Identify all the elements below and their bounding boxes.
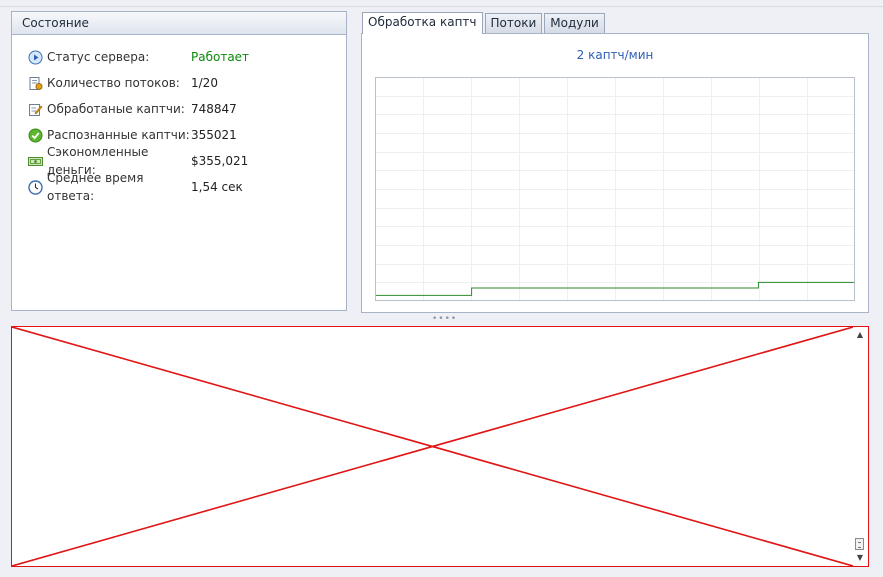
status-value: $355,021 [191,154,249,168]
status-row-threads: Количество потоков: 1/20 [28,74,218,92]
status-value: 1,54 сек [191,180,243,194]
chart-title: 2 каптч/мин [576,48,654,62]
money-icon [28,156,43,166]
status-label: Среднее время ответа: [47,171,144,203]
status-row-money: Сэкономленные деньги: $355,021 [28,145,249,177]
status-row-processed: Обработаные каптчи: 748847 [28,100,237,118]
captcha-rate-chart [375,77,855,301]
status-value: Работает [191,50,250,64]
status-value: 355021 [191,128,237,142]
status-label: Распознанные каптчи: [47,128,190,142]
scroll-up-arrow-icon[interactable]: ▲ [855,330,865,340]
edit-icon [29,103,43,116]
splitter-grip[interactable]: •••• [432,315,456,324]
threads-icon [29,76,43,90]
broken-image-cross [12,327,853,566]
scroll-thumb[interactable] [855,538,864,550]
chart-panel: 2 каптч/мин [361,33,869,313]
tab-strip: Обработка каптч Потоки Модули [362,12,607,34]
tab-threads[interactable]: Потоки [484,13,543,33]
status-value: 1/20 [191,76,218,90]
window-top-strip [0,0,883,7]
clock-icon [28,179,43,195]
broken-content-placeholder: ▲ ▼ [11,326,869,567]
status-row-server: Статус сервера: Работает [28,48,249,66]
status-value: 748847 [191,102,237,116]
status-panel: Состояние Статус сервера: Работает Колич… [11,11,347,311]
check-icon [28,128,43,142]
status-label: Статус сервера: [47,50,150,64]
play-icon [28,50,43,64]
scroll-down-arrow-icon[interactable]: ▼ [855,553,865,563]
tab-captcha-processing[interactable]: Обработка каптч [362,12,483,34]
vertical-scrollbar[interactable]: ▲ ▼ [853,328,867,565]
status-row-response-time: Среднее время ответа: 1,54 сек [28,171,243,203]
status-label: Обработаные каптчи: [47,102,185,116]
tab-modules[interactable]: Модули [544,13,605,33]
status-panel-title: Состояние [12,12,346,35]
status-row-recognized: Распознанные каптчи: 355021 [28,126,237,144]
status-label: Количество потоков: [47,76,180,90]
